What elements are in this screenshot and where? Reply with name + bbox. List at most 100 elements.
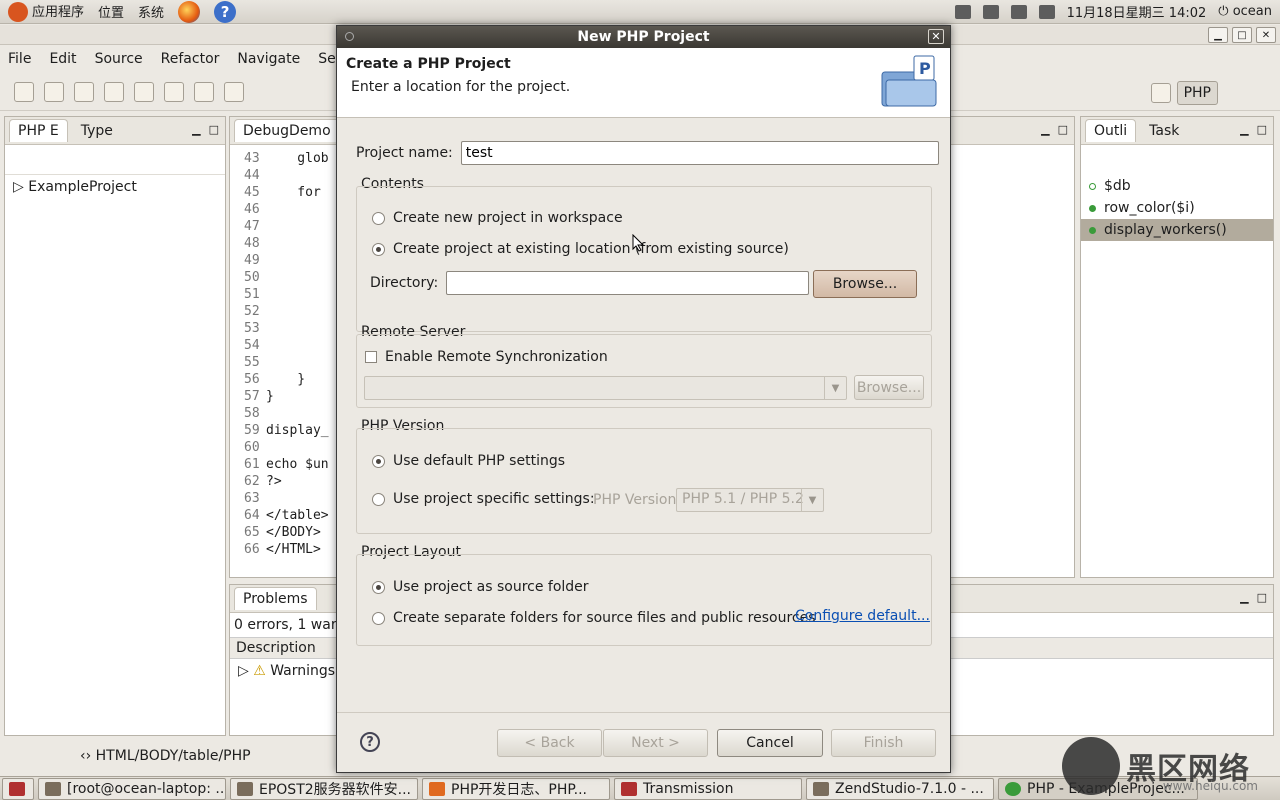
maximize-button[interactable]: □ [1232, 27, 1252, 43]
tree-item-project[interactable]: ▷ ExampleProject [5, 175, 225, 199]
cancel-button[interactable]: Cancel [717, 729, 823, 757]
radio-button[interactable] [372, 454, 385, 468]
outline-panel: Outli Task ▁ □ $db row_color($i) display_… [1080, 116, 1274, 578]
open-type-icon[interactable] [134, 81, 154, 102]
search-icon[interactable] [164, 81, 184, 102]
line-number: 62 [244, 474, 260, 489]
finish-button: Finish [831, 729, 936, 757]
help-launcher-icon[interactable]: ? [214, 0, 237, 23]
places-menu[interactable]: 位置 [98, 2, 124, 21]
wizard-description: Enter a location for the project. [351, 79, 571, 95]
window-menu-icon[interactable] [345, 32, 354, 41]
document-icon [237, 781, 253, 796]
checkbox[interactable] [365, 351, 377, 363]
menu-edit[interactable]: Edit [49, 51, 76, 67]
user-menu[interactable]: ⏻ ocean [1218, 4, 1272, 19]
minimize-view-icon[interactable]: ▁ [1240, 591, 1248, 604]
php-perspective-button[interactable]: PHP [1176, 81, 1218, 105]
show-desktop-button[interactable] [2, 777, 34, 800]
project-name-input[interactable] [460, 141, 939, 165]
menu-navigate[interactable]: Navigate [237, 51, 300, 67]
directory-label: Directory: [370, 275, 439, 291]
tab-type-hierarchy[interactable]: Type [72, 119, 122, 142]
print-icon[interactable] [74, 81, 94, 102]
close-icon[interactable]: ✕ [928, 29, 944, 44]
outline-item[interactable]: display_workers() [1081, 219, 1273, 241]
wizard-title: Create a PHP Project [346, 56, 511, 72]
taskbar-item-zendstudio-installer[interactable]: ZendStudio-7.1.0 - ... [806, 777, 994, 800]
remote-server-dropdown: ▼ [364, 376, 847, 400]
browse-directory-button[interactable]: Browse... [813, 270, 917, 298]
radio-create-at-existing[interactable]: Create project at existing location (fro… [372, 241, 789, 257]
run-icon[interactable] [224, 81, 244, 102]
minimize-view-icon[interactable]: ▁ [192, 123, 200, 136]
menu-source[interactable]: Source [95, 51, 143, 67]
system-menu[interactable]: 系统 [138, 2, 164, 21]
taskbar-item-epost[interactable]: EPOST2服务器软件安... [230, 777, 418, 800]
chevron-down-icon: ▼ [824, 377, 846, 399]
radio-button[interactable] [372, 611, 385, 625]
back-button: < Back [497, 729, 602, 757]
new-file-icon[interactable] [104, 81, 124, 102]
tab-outline[interactable]: Outli [1085, 119, 1137, 142]
menu-refactor[interactable]: Refactor [161, 51, 220, 67]
line-number: 56 [244, 372, 260, 387]
code-text: display_ [266, 423, 329, 438]
network-icon[interactable] [954, 4, 971, 19]
radio-separate-folders[interactable]: Create separate folders for source files… [372, 610, 816, 626]
taskbar-item-firefox[interactable]: PHP开发日志、PHP... [422, 777, 610, 800]
radio-button[interactable] [372, 580, 385, 594]
line-number: 53 [244, 321, 260, 336]
configure-default-link[interactable]: Configure default... [795, 608, 930, 624]
maximize-view-icon[interactable]: □ [1257, 123, 1267, 136]
clock[interactable]: 11月18日星期三 14:02 [1067, 2, 1207, 21]
radio-default-php-settings[interactable]: Use default PHP settings [372, 453, 565, 469]
minimize-view-icon[interactable]: ▁ [1240, 123, 1248, 136]
chevron-down-icon: ▼ [801, 489, 823, 511]
zend-icon [1005, 781, 1021, 796]
menu-file[interactable]: File [8, 51, 31, 67]
outline-item[interactable]: row_color($i) [1081, 197, 1273, 219]
line-number: 52 [244, 304, 260, 319]
radio-button[interactable] [372, 492, 385, 506]
outline-item[interactable]: $db [1081, 175, 1273, 197]
code-text: } [266, 372, 306, 387]
tab-problems[interactable]: Problems [234, 587, 317, 610]
line-number: 50 [244, 270, 260, 285]
maximize-view-icon[interactable]: □ [209, 123, 219, 136]
radio-create-in-workspace[interactable]: Create new project in workspace [372, 210, 623, 226]
tab-tasks[interactable]: Task [1140, 119, 1188, 142]
radio-project-as-source[interactable]: Use project as source folder [372, 579, 589, 595]
tab-php-explorer[interactable]: PHP E [9, 119, 68, 142]
close-button[interactable]: ✕ [1256, 27, 1276, 43]
minimize-button[interactable]: ▁ [1208, 27, 1228, 43]
installer-icon [813, 781, 829, 796]
firefox-icon[interactable] [178, 0, 201, 23]
function-icon [1089, 226, 1096, 234]
line-number: 60 [244, 440, 260, 455]
line-number: 61 [244, 457, 260, 472]
tab-editor-file[interactable]: DebugDemo [234, 119, 340, 142]
transmission-icon [621, 781, 637, 796]
radio-project-specific-settings[interactable]: Use project specific settings: [372, 491, 595, 507]
applications-menu[interactable]: 应用程序 [8, 1, 84, 23]
line-number: 49 [244, 253, 260, 268]
directory-input[interactable] [446, 271, 810, 295]
maximize-view-icon[interactable]: □ [1058, 123, 1068, 136]
enable-remote-sync-checkbox[interactable]: Enable Remote Synchronization [365, 349, 608, 365]
new-php-project-dialog: New PHP Project ✕ Create a PHP Project E… [336, 25, 951, 773]
maximize-view-icon[interactable]: □ [1257, 591, 1267, 604]
mail-icon[interactable] [1038, 4, 1055, 19]
help-icon[interactable]: ? [360, 732, 380, 752]
radio-button[interactable] [372, 242, 385, 256]
taskbar-item-terminal[interactable]: [root@ocean-laptop: ... [38, 777, 226, 800]
open-perspective-icon[interactable] [1150, 83, 1171, 103]
radio-button[interactable] [372, 211, 385, 225]
minimize-view-icon[interactable]: ▁ [1041, 123, 1049, 136]
new-icon[interactable] [14, 81, 34, 102]
signal-icon[interactable] [1010, 4, 1027, 19]
taskbar-item-transmission[interactable]: Transmission [614, 777, 802, 800]
volume-icon[interactable] [982, 4, 999, 19]
save-icon[interactable] [44, 81, 64, 102]
debug-icon[interactable] [194, 81, 214, 102]
